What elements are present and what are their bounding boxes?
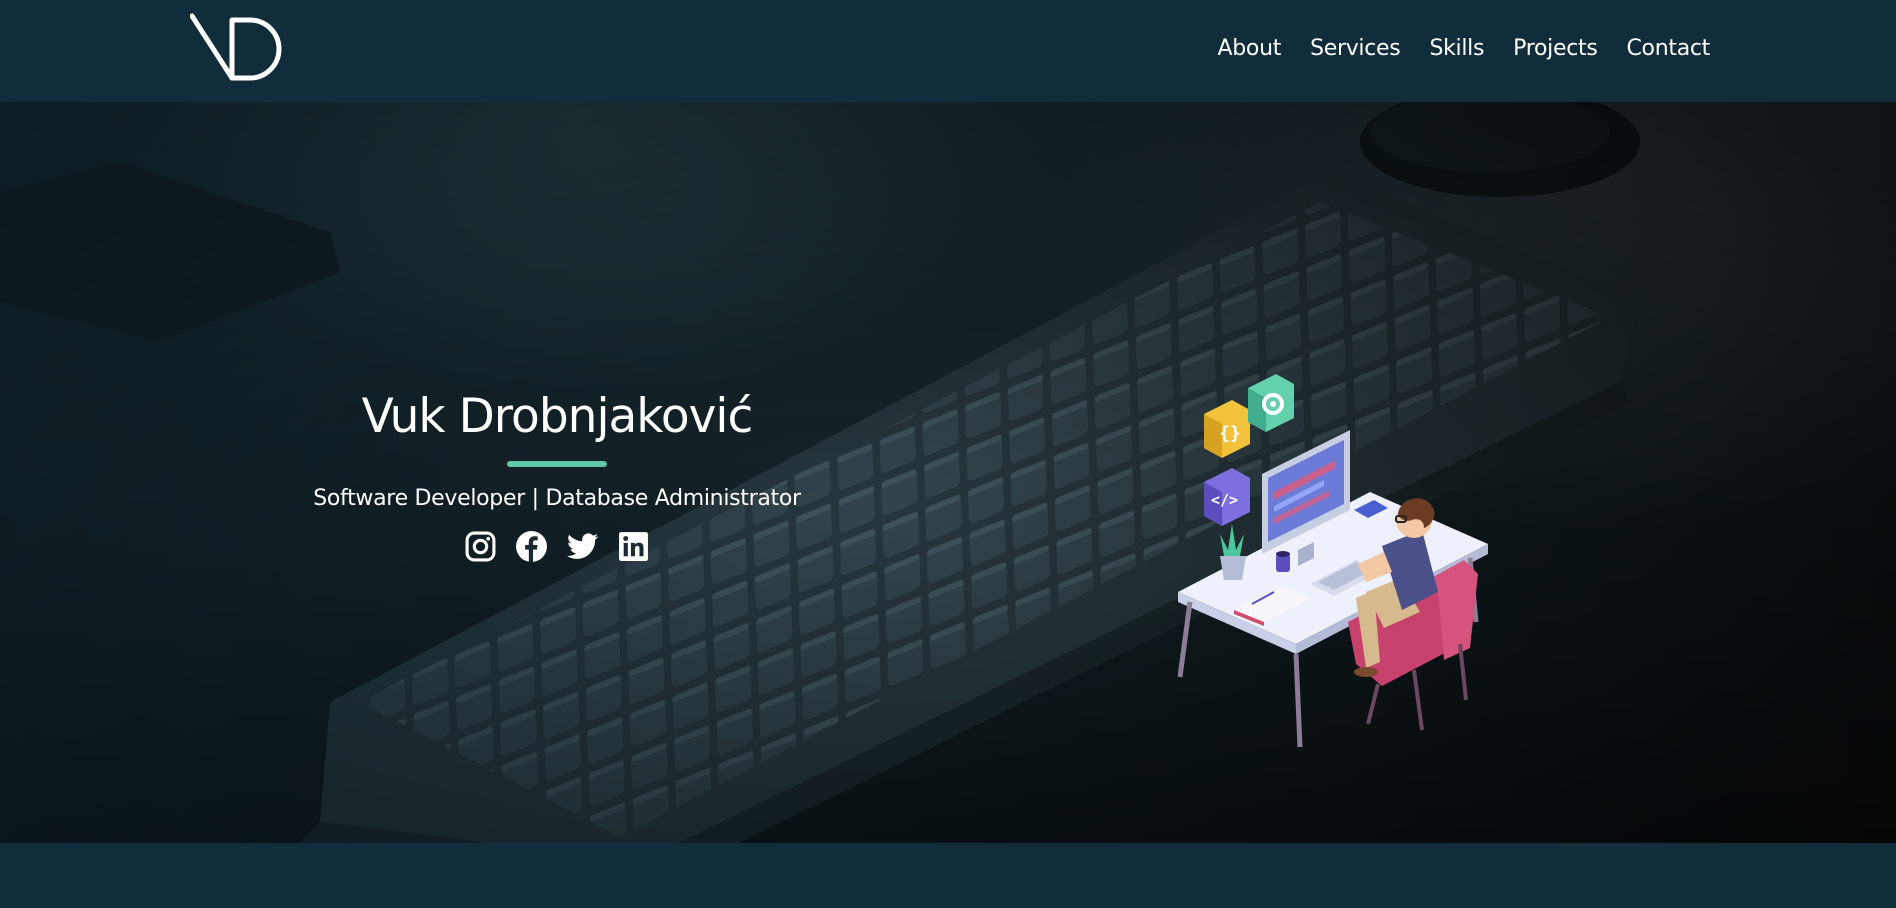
nav-services[interactable]: Services: [1310, 34, 1401, 64]
facebook-icon: [516, 531, 547, 562]
vd-monogram-icon: [189, 13, 282, 81]
nav-about[interactable]: About: [1218, 34, 1282, 64]
next-section-band: [0, 843, 1896, 908]
twitter-icon: [567, 533, 599, 559]
hero-role: Software Developer | Database Administra…: [313, 486, 801, 511]
nav-skills[interactable]: Skills: [1429, 34, 1484, 64]
gear-cube-icon: [1248, 374, 1294, 432]
hero-name: Vuk Drobnjaković: [361, 389, 754, 444]
navbar: About Services Skills Projects Contact: [0, 0, 1896, 102]
linkedin-link[interactable]: [617, 530, 650, 563]
instagram-icon: [465, 531, 496, 562]
svg-text:</>: </>: [1211, 491, 1238, 509]
nav-contact[interactable]: Contact: [1627, 34, 1711, 64]
instagram-link[interactable]: [464, 530, 497, 563]
hero-section: Vuk Drobnjaković Software Developer | Da…: [0, 102, 1896, 843]
hero-intro: Vuk Drobnjaković Software Developer | Da…: [257, 387, 857, 563]
developer-desk-illustration: {} </>: [1177, 374, 1488, 748]
main-nav: About Services Skills Projects Contact: [1218, 34, 1711, 64]
name-underline: [507, 461, 607, 467]
linkedin-icon: [619, 532, 648, 561]
twitter-link[interactable]: [566, 530, 599, 563]
svg-text:{}: {}: [1219, 423, 1241, 444]
facebook-link[interactable]: [515, 530, 548, 563]
vd-logo[interactable]: [189, 12, 290, 88]
social-links: [257, 530, 857, 563]
code-tag-cube-icon: </>: [1204, 468, 1250, 526]
nav-projects[interactable]: Projects: [1513, 34, 1598, 64]
code-braces-cube-icon: {}: [1204, 400, 1250, 458]
